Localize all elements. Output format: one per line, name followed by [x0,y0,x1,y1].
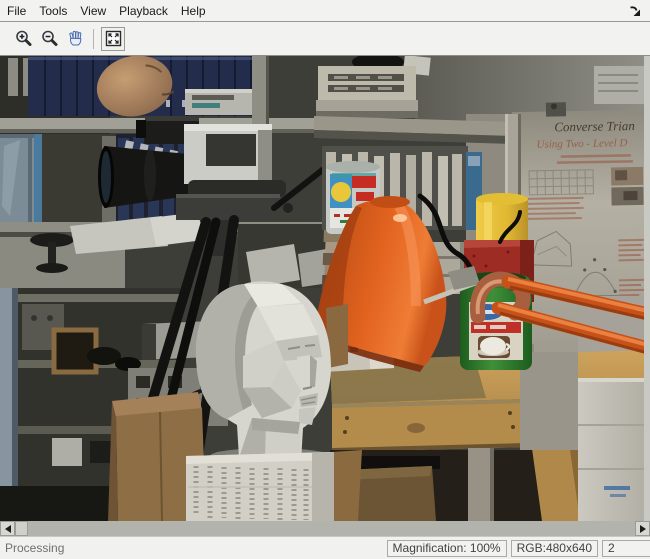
fit-to-window-icon [105,30,121,47]
pan-button[interactable] [62,26,88,52]
status-bar: Processing Magnification: 100% RGB:480x6… [0,536,650,559]
poster-title: Converse Trian [554,118,635,134]
zoom-in-button[interactable] [10,26,36,52]
menu-help[interactable]: Help [181,4,206,18]
scroll-left-button[interactable] [0,521,15,536]
zoom-out-button[interactable] [36,26,62,52]
scroll-right-button[interactable] [635,521,650,536]
frame-number-cell: 2 [602,539,650,557]
magnifier-minus-icon [41,30,57,46]
dimensions-cell: RGB:480x640 [510,539,598,557]
menu-playback[interactable]: Playback [119,4,168,18]
right-triangle-icon [639,524,646,533]
menu-bar: File Tools View Playback Help [0,0,650,22]
maintain-fit-to-window-button[interactable] [101,26,125,51]
video-frame: Converse Trian Using Two - Level D [0,56,644,521]
toolbar [0,22,650,56]
horizontal-scrollbar[interactable] [0,521,650,536]
status-message: Processing [5,541,65,555]
scrollbar-thumb[interactable] [15,521,28,536]
menu-tools[interactable]: Tools [39,4,67,18]
wrapped-box [186,452,334,521]
poster-subtitle: Using Two - Level D [536,137,627,151]
magnifier-plus-icon [15,30,31,46]
white-box-right [578,378,644,521]
movie-player-window: File Tools View Playback Help Converse T… [0,0,650,559]
toolbar-separator [93,28,94,49]
dock-arrow-icon[interactable] [628,4,642,18]
left-triangle-icon [4,524,11,533]
magnification-cell: Magnification: 100% [386,539,507,557]
image-canvas[interactable]: Converse Trian Using Two - Level D [0,56,650,521]
menu-view[interactable]: View [80,4,106,18]
plaster-bust [186,281,334,521]
hand-icon [68,30,81,46]
menu-file[interactable]: File [7,4,26,18]
